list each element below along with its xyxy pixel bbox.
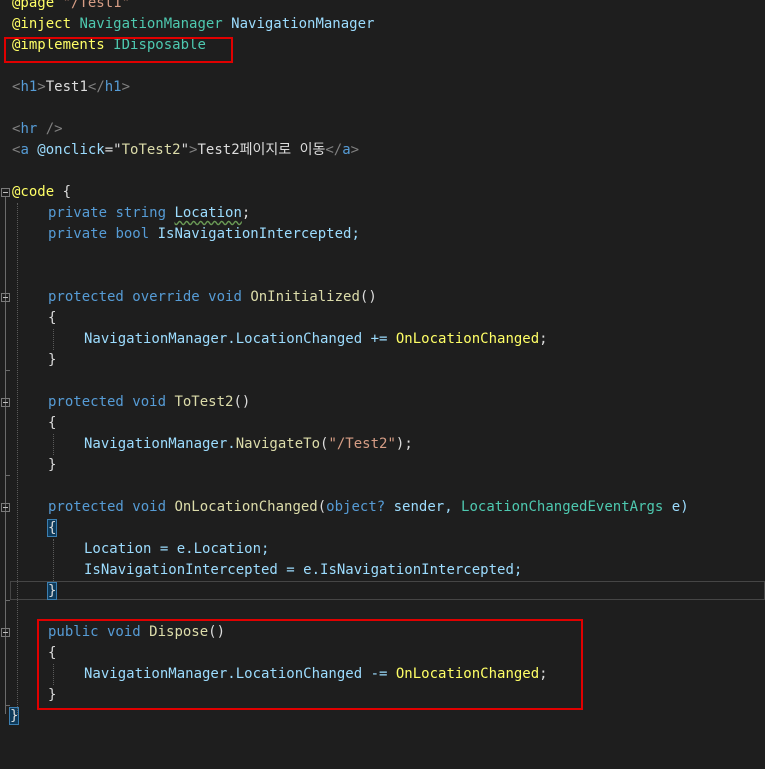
indent-guide — [53, 539, 54, 581]
outline-tick — [5, 600, 10, 601]
highlight-box-dispose — [37, 619, 583, 710]
code-line-10: @code { — [12, 184, 72, 200]
method-onlocationchanged: OnLocationChanged — [174, 499, 318, 515]
collapse-icon[interactable] — [1, 398, 10, 407]
code-line-22: NavigationManager.NavigateTo("/Test2"); — [84, 436, 413, 452]
indent-guide — [53, 329, 54, 350]
collapse-icon[interactable] — [1, 293, 10, 302]
code-line-15: protected override void OnInitialized() — [48, 289, 377, 305]
attribute-name: @onclick — [28, 142, 105, 158]
method-totest2: ToTest2 — [174, 394, 234, 410]
code-line-8: <a @onclick="ToTest2">Test2페이지로 이동</a> — [12, 142, 360, 158]
directive-inject: @inject — [12, 16, 80, 32]
indent-guide — [17, 203, 18, 715]
code-line-18: } — [48, 352, 57, 368]
code-line-16: { — [48, 310, 57, 326]
code-line-27: Location = e.Location; — [84, 541, 270, 557]
code-line-5: <h1>Test1</h1> — [12, 79, 131, 95]
method-oninitialized: OnInitialized — [250, 289, 360, 305]
collapse-icon[interactable] — [1, 628, 10, 637]
code-line-28: IsNavigationIntercepted = e.IsNavigation… — [84, 562, 523, 578]
identifier: NavigationManager — [222, 16, 375, 32]
type-name: NavigationManager — [79, 16, 223, 32]
code-line-11: private string Location; — [48, 205, 251, 221]
code-line-29[interactable]: } — [0, 581, 765, 602]
code-line-26: { — [0, 518, 765, 539]
code-line-23: } — [48, 457, 57, 473]
heading-text: Test1 — [45, 79, 88, 95]
code-line-25: protected void OnLocationChanged(object?… — [48, 499, 689, 515]
collapse-icon[interactable] — [1, 188, 10, 197]
directive-code: @code — [12, 184, 55, 200]
outline-tick — [5, 705, 10, 706]
handler-name: ToTest2 — [121, 142, 181, 158]
brace-match-close: } — [46, 582, 58, 600]
code-line-2: @inject NavigationManager NavigationMana… — [0, 14, 765, 35]
code-line-17: NavigationManager.LocationChanged += OnL… — [84, 331, 548, 347]
field-is-navigation-intercepted: IsNavigationIntercepted; — [157, 226, 360, 242]
highlight-box-implements — [4, 37, 233, 63]
code-line-21: { — [48, 415, 57, 431]
html-tag: hr — [20, 121, 38, 137]
code-line-12: private bool IsNavigationIntercepted; — [48, 226, 360, 242]
string-literal: "/Test1" — [62, 0, 131, 11]
collapse-icon[interactable] — [1, 503, 10, 512]
code-line-20: protected void ToTest2() — [48, 394, 251, 410]
code-line-7: <hr /> — [12, 121, 63, 137]
outline-tick — [5, 370, 10, 371]
field-location: Location — [174, 205, 242, 221]
indent-guide — [53, 434, 54, 455]
code-line-1: @page "/Test1" — [0, 0, 765, 14]
html-tag: a — [20, 142, 29, 158]
brace-match-open: { — [46, 519, 58, 537]
code-editor[interactable]: @page "/Test1" @inject NavigationManager… — [0, 0, 765, 730]
directive-page: @page — [12, 0, 63, 11]
html-tag: h1 — [20, 79, 38, 95]
outline-tick — [5, 475, 10, 476]
link-text: Test2페이지로 이동 — [197, 142, 326, 158]
